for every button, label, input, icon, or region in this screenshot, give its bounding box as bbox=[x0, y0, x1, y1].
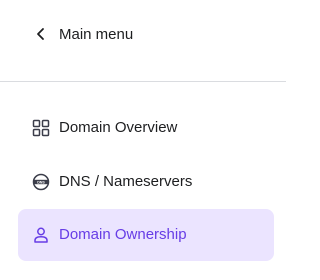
nav-item-label: Domain Ownership bbox=[59, 226, 187, 243]
dns-icon: DNS bbox=[32, 173, 50, 191]
chevron-left-icon bbox=[37, 28, 44, 40]
user-icon bbox=[34, 227, 48, 243]
divider bbox=[0, 81, 286, 82]
svg-text:DNS: DNS bbox=[37, 180, 45, 184]
nav-item-dns-nameservers[interactable]: DNS DNS / Nameservers bbox=[18, 156, 274, 208]
nav-item-domain-overview[interactable]: Domain Overview bbox=[18, 102, 274, 154]
grid-icon bbox=[32, 119, 50, 137]
main-menu-link[interactable]: Main menu bbox=[0, 14, 286, 54]
main-menu-label: Main menu bbox=[59, 25, 134, 43]
nav-item-label: Domain Overview bbox=[59, 119, 178, 136]
nav-item-domain-ownership[interactable]: Domain Ownership bbox=[18, 209, 274, 261]
nav-item-label: DNS / Nameservers bbox=[59, 173, 193, 190]
